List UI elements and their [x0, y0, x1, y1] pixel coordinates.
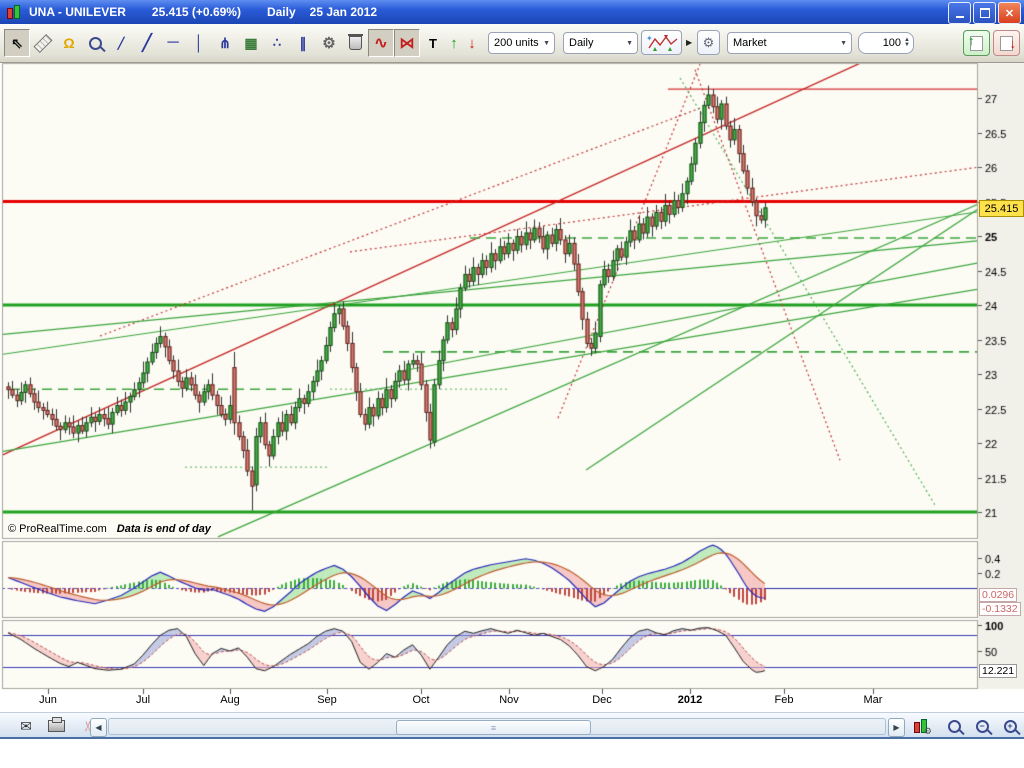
copyright-text: © ProRealTime.com	[8, 523, 107, 535]
scroll-right-button[interactable]: ▶	[888, 718, 905, 737]
points-tool-button[interactable]: ∴	[264, 29, 290, 57]
zoom-out-icon[interactable]: −	[972, 717, 992, 735]
zoom-in-icon[interactable]: +	[1000, 717, 1020, 735]
points-tool-icon: ∴	[272, 35, 282, 50]
vertical-line-tool-icon: │	[194, 34, 204, 52]
chart-canvas[interactable]	[0, 0, 1024, 768]
pattern-recognition-button[interactable]: ✦	[641, 30, 682, 55]
pointer-tool-button[interactable]: ⇖	[4, 29, 30, 57]
segment-tool-icon: ╱	[117, 37, 125, 50]
vertical-line-tool-button[interactable]: │	[186, 29, 212, 57]
print-icon[interactable]	[46, 717, 66, 735]
macd-signal-value-label: 0.0296	[979, 588, 1018, 602]
title-price: 25.415 (+0.69%)	[151, 5, 241, 19]
tools-settings-icon: ⚙	[322, 35, 336, 52]
parallel-lines-tool-icon: ∥	[299, 34, 307, 51]
zoom-tool-button[interactable]	[82, 29, 108, 57]
title-period: Daily	[266, 5, 296, 19]
down-arrow-marker-icon: ↓	[468, 34, 476, 52]
market-value: Market	[733, 37, 767, 49]
restore-button[interactable]	[973, 2, 996, 24]
trendline-tool-button[interactable]: ╱	[134, 29, 160, 57]
chevron-down-icon: ▼	[626, 39, 633, 47]
parallel-lines-tool-button[interactable]: ∥	[290, 29, 316, 57]
chart-settings-icon[interactable]: ⚙	[910, 717, 932, 736]
segment-tool-button[interactable]: ╱	[108, 29, 134, 57]
annotate-chart-tool-icon: ▦	[244, 34, 258, 51]
zigzag-indicator-icon: ∿	[374, 35, 388, 52]
trendline-tool-icon: ╱	[142, 35, 152, 52]
quantity-stepper[interactable]: 100 ▲ ▼	[858, 32, 914, 54]
close-button[interactable]: ✕	[998, 2, 1021, 24]
scroll-left-button[interactable]: ◀	[90, 718, 107, 737]
chevron-down-icon: ▼	[543, 39, 550, 47]
fan-lines-tool-button[interactable]: ⋔	[212, 29, 238, 57]
email-chart-icon[interactable]: ✉	[16, 717, 36, 735]
minimize-button[interactable]	[948, 2, 971, 24]
macd-value-label: -0.1332	[979, 602, 1021, 616]
pattern-triangles-button[interactable]: ⋈	[394, 29, 420, 57]
title-symbol: UNA - UNILEVER	[29, 5, 126, 19]
chart-options-button[interactable]: ⚙	[697, 30, 720, 55]
pattern-recognition-icon: ✦	[646, 34, 677, 51]
period-value: Daily	[569, 37, 594, 49]
horizontal-line-tool-button[interactable]: ─	[160, 29, 186, 57]
stepper-arrows-icon[interactable]: ▲ ▼	[904, 37, 910, 48]
up-arrow-marker-button[interactable]: ↑	[446, 29, 462, 57]
chevron-down-icon: ▼	[840, 39, 847, 47]
expand-arrow-icon[interactable]: ▶	[686, 38, 692, 47]
ruler-tool-icon	[33, 33, 53, 53]
tools-settings-button[interactable]: ⚙	[316, 29, 342, 57]
wrench-icon: ⚙	[702, 34, 715, 50]
text-tool-button[interactable]: T	[420, 29, 446, 57]
market-select[interactable]: Market ▼	[727, 32, 852, 54]
main-toolbar: 200 units ▼ Daily ▼ ✦ ▶ ⚙ Market ▼ 100 ▲	[0, 24, 1024, 63]
zigzag-indicator-button[interactable]: ∿	[368, 29, 394, 57]
time-scrollbar[interactable]: ≡	[108, 718, 886, 735]
delete-drawings-button[interactable]	[342, 29, 368, 57]
bottom-toolbar: ✉ ✂ ◀ ≡ ▶ ⚙ − +	[0, 712, 1024, 739]
buy-button[interactable]: ↑	[963, 30, 990, 56]
zoom-tool-icon	[88, 36, 102, 50]
app-candlestick-icon	[5, 4, 23, 20]
text-tool-icon: T	[429, 35, 437, 51]
alarm-tool-icon: Ω	[63, 35, 75, 51]
down-arrow-marker-button[interactable]: ↓	[464, 29, 480, 57]
data-note: Data is end of day	[116, 523, 211, 535]
scrollbar-thumb[interactable]: ≡	[396, 720, 591, 735]
quantity-value: 100	[882, 37, 902, 49]
pointer-tool-icon: ⇖	[11, 34, 23, 51]
svg-text:✦: ✦	[646, 34, 653, 43]
annotate-chart-tool-button[interactable]: ▦	[238, 29, 264, 57]
fan-lines-tool-icon: ⋔	[219, 34, 231, 51]
sell-button[interactable]: ↓	[993, 30, 1020, 56]
delete-drawings-icon	[347, 34, 363, 50]
units-select[interactable]: 200 units ▼	[488, 32, 555, 54]
units-value: 200 units	[494, 37, 539, 49]
ruler-tool-button[interactable]	[30, 29, 56, 57]
up-arrow-marker-icon: ↑	[450, 34, 458, 52]
horizontal-line-tool-icon: ─	[167, 34, 179, 51]
last-price-label: 25.415	[979, 200, 1024, 217]
copyright-note: © ProRealTime.com Data is end of day	[8, 523, 211, 535]
pattern-triangles-icon: ⋈	[399, 35, 415, 52]
stochastic-value-label: 12.221	[979, 664, 1018, 678]
window-titlebar[interactable]: UNA - UNILEVER 25.415 (+0.69%) Daily 25 …	[0, 0, 1024, 24]
fit-zoom-icon[interactable]	[944, 717, 964, 735]
title-date: 25 Jan 2012	[309, 5, 378, 19]
period-select[interactable]: Daily ▼	[563, 32, 638, 54]
application-window: UNA - UNILEVER 25.415 (+0.69%) Daily 25 …	[0, 0, 1024, 768]
alarm-tool-button[interactable]: Ω	[56, 29, 82, 57]
